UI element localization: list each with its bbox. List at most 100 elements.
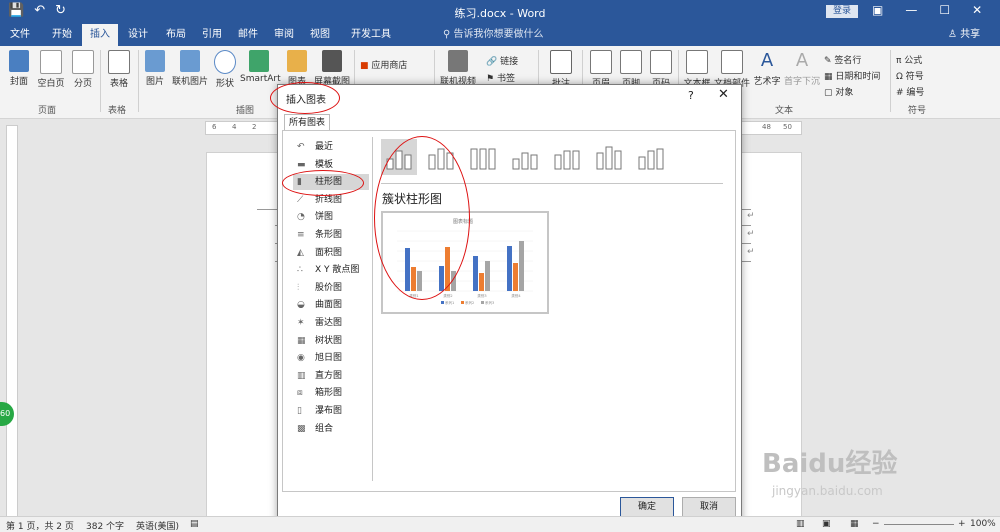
cover-label: 封面	[9, 77, 28, 87]
picture-icon	[145, 50, 165, 72]
chart-category-label: 面积图	[315, 247, 343, 258]
paragraph-mark: ↵	[747, 229, 755, 239]
object-icon: ▢	[824, 88, 833, 98]
blank-page-icon	[40, 50, 62, 74]
chart-subtype-icon[interactable]	[549, 139, 585, 175]
tab-file[interactable]: 文件	[4, 24, 36, 46]
chart-category-item[interactable]: ◉ 旭日图	[293, 350, 369, 366]
wordart-icon: A	[760, 50, 774, 71]
tell-me-search[interactable]: ⚲ 告诉我你想要做什么	[443, 24, 544, 46]
zoom-slider[interactable]	[884, 524, 954, 525]
wordart-button[interactable]: A 艺术字	[752, 50, 782, 87]
ribbon-display-icon[interactable]: ▣	[872, 3, 883, 17]
chart-category-item[interactable]: ◔ 饼图	[293, 209, 369, 225]
signature-label: 签名行	[834, 56, 862, 66]
table-button[interactable]: 表格	[104, 50, 134, 89]
tab-layout[interactable]: 布局	[158, 24, 194, 46]
maximize-icon[interactable]: ☐	[939, 3, 950, 17]
chart-category-item[interactable]: ∴ X Y 散点图	[293, 262, 369, 278]
ruler-number: 50	[783, 123, 792, 131]
chart-category-item[interactable]: ↶ 最近	[293, 139, 369, 155]
online-video-button[interactable]: 联机视频	[438, 50, 478, 87]
calendar-icon: ▦	[824, 72, 833, 82]
smartart-button[interactable]: SmartArt	[240, 50, 281, 84]
help-button[interactable]: ?	[688, 89, 694, 102]
chart-category-item[interactable]: ▦ 树状图	[293, 333, 369, 349]
chart-subtype-icon[interactable]	[507, 139, 543, 175]
zoom-out-icon[interactable]: −	[872, 519, 880, 529]
tab-mailings[interactable]: 邮件	[230, 24, 266, 46]
drop-cap-button[interactable]: A 首字下沉	[784, 50, 820, 87]
chart-icon	[287, 50, 307, 72]
cancel-button[interactable]: 取消	[682, 497, 736, 517]
page-break-button[interactable]: 分页	[68, 50, 98, 89]
date-time-button[interactable]: ▦ 日期和时间	[824, 69, 880, 82]
chart-category-item[interactable]: ▩ 组合	[293, 421, 369, 437]
minimize-icon[interactable]: —	[905, 3, 917, 17]
picture-button[interactable]: 图片	[140, 50, 170, 87]
ok-button[interactable]: 确定	[620, 497, 674, 517]
equation-button[interactable]: π 公式	[896, 53, 922, 66]
link-button[interactable]: 🔗 链接	[486, 54, 518, 67]
shapes-button[interactable]: 形状	[210, 50, 240, 89]
store-button[interactable]: ■ 应用商店	[360, 58, 407, 71]
legend-label: 系列1	[445, 300, 454, 305]
chart-category-item[interactable]: ▥ 直方图	[293, 368, 369, 384]
group-separator	[890, 50, 891, 112]
print-layout-icon[interactable]: ▣	[822, 519, 831, 529]
tab-insert[interactable]: 插入	[82, 24, 118, 46]
chart-category-item[interactable]: ◭ 面积图	[293, 245, 369, 261]
close-button[interactable]: ✕	[718, 87, 729, 102]
object-button[interactable]: ▢ 对象	[824, 85, 853, 98]
vertical-ruler[interactable]	[6, 125, 18, 517]
blank-page-button[interactable]: 空白页	[34, 50, 68, 89]
screenshot-button[interactable]: 屏幕截图	[312, 50, 352, 87]
link-icon: 🔗	[486, 57, 498, 67]
chart-subtype-icon[interactable]	[633, 139, 669, 175]
chart-bar	[513, 263, 518, 291]
online-picture-button[interactable]: 联机图片	[170, 50, 210, 87]
shapes-label: 形状	[215, 79, 234, 89]
chart-category-item[interactable]: ⧈ 箱形图	[293, 385, 369, 401]
online-picture-label: 联机图片	[171, 77, 208, 87]
chart-subtype-icon[interactable]	[591, 139, 627, 175]
language[interactable]: 英语(美国)	[136, 519, 179, 532]
annotation-circle	[374, 136, 470, 300]
chart-category-icon: ⫶	[297, 282, 300, 293]
tab-design[interactable]: 设计	[120, 24, 156, 46]
chart-category-item[interactable]: ≡ 条形图	[293, 227, 369, 243]
close-icon[interactable]: ✕	[972, 3, 982, 17]
tab-all-charts[interactable]: 所有图表	[284, 114, 331, 131]
chart-category-icon: ▥	[297, 370, 306, 381]
word-count[interactable]: 382 个字	[86, 519, 124, 532]
tab-developer[interactable]: 开发工具	[344, 24, 398, 46]
web-layout-icon[interactable]: ▦	[850, 519, 859, 529]
signature-line-button[interactable]: ✎ 签名行	[824, 53, 861, 66]
numbering-button[interactable]: # 编号	[896, 85, 924, 98]
tab-review[interactable]: 审阅	[266, 24, 302, 46]
zoom-level[interactable]: 100%	[970, 519, 996, 529]
tab-view[interactable]: 视图	[302, 24, 338, 46]
bookmark-icon: ⚑	[486, 74, 495, 84]
page-count[interactable]: 第 1 页，共 2 页	[6, 519, 74, 532]
chart-category-item[interactable]: ▯ 瀑布图	[293, 403, 369, 419]
share-button[interactable]: ♙ 共享	[948, 24, 980, 46]
chart-category-item[interactable]: ⫶ 股价图	[293, 280, 369, 296]
zoom-in-icon[interactable]: +	[958, 519, 966, 529]
tab-references[interactable]: 引用	[194, 24, 230, 46]
bookmark-label: 书签	[496, 74, 515, 84]
chart-category-icon: ◔	[297, 212, 305, 223]
symbol-button[interactable]: Ω 符号	[896, 69, 924, 82]
read-mode-icon[interactable]: ▥	[796, 519, 805, 529]
macro-icon[interactable]: ▤	[190, 519, 199, 529]
login-button[interactable]: 登录	[826, 5, 858, 18]
chart-category-item[interactable]: ◒ 曲面图	[293, 297, 369, 313]
chart-subtype-icon[interactable]	[465, 139, 501, 175]
cover-button[interactable]: 封面	[4, 50, 34, 87]
bookmark-button[interactable]: ⚑ 书签	[486, 71, 515, 84]
ruler-number: 48	[762, 123, 771, 131]
chart-category-item[interactable]: ✶ 雷达图	[293, 315, 369, 331]
tab-home[interactable]: 开始	[44, 24, 80, 46]
group-separator	[100, 50, 101, 112]
chart-category-label: 最近	[315, 142, 334, 152]
